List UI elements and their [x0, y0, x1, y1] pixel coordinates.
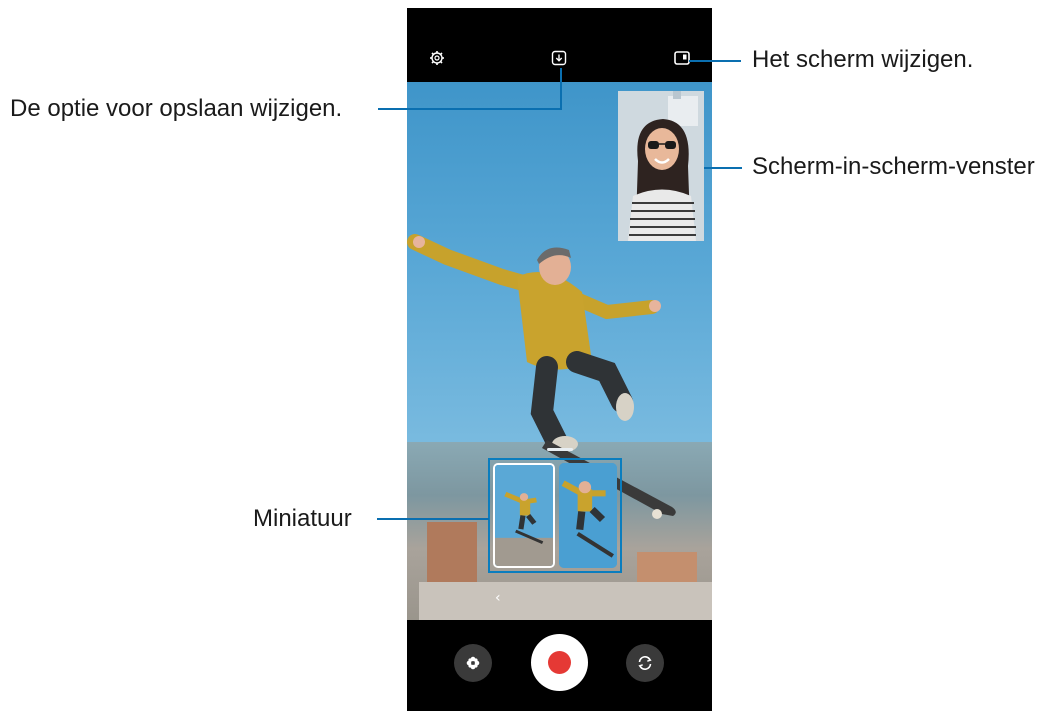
callout-pip-window: Scherm-in-scherm-venster: [752, 153, 1035, 180]
chevron-left-icon[interactable]: ‹: [495, 590, 501, 606]
callout-save-option: De optie voor opslaan wijzigen.: [10, 95, 343, 122]
pip-window[interactable]: [618, 91, 704, 241]
callout-line-save-option: [378, 108, 562, 110]
record-dot: [548, 651, 571, 674]
record-button[interactable]: [531, 634, 588, 691]
callout-line-thumbnail: [377, 518, 489, 520]
callout-line-change-screen: [689, 60, 741, 62]
bottom-controls: [407, 620, 712, 711]
callout-line-pip-window: [704, 167, 742, 169]
callout-change-screen: Het scherm wijzigen.: [752, 46, 974, 73]
download-icon[interactable]: [549, 48, 569, 68]
thumbnail-item[interactable]: [559, 463, 617, 568]
callout-line-save-option: [560, 68, 562, 110]
filter-icon[interactable]: [454, 644, 492, 682]
callout-thumbnail: Miniatuur: [253, 505, 352, 532]
camera-viewfinder[interactable]: ‹: [407, 82, 712, 620]
camera-screen: ‹: [407, 8, 712, 711]
switch-camera-icon[interactable]: [626, 644, 664, 682]
pip-layout-icon[interactable]: [672, 48, 692, 68]
thumbnail-strip: [488, 458, 622, 573]
thumbnail-item[interactable]: [493, 463, 555, 568]
gear-icon[interactable]: [427, 48, 447, 68]
drag-handle[interactable]: [547, 448, 573, 451]
